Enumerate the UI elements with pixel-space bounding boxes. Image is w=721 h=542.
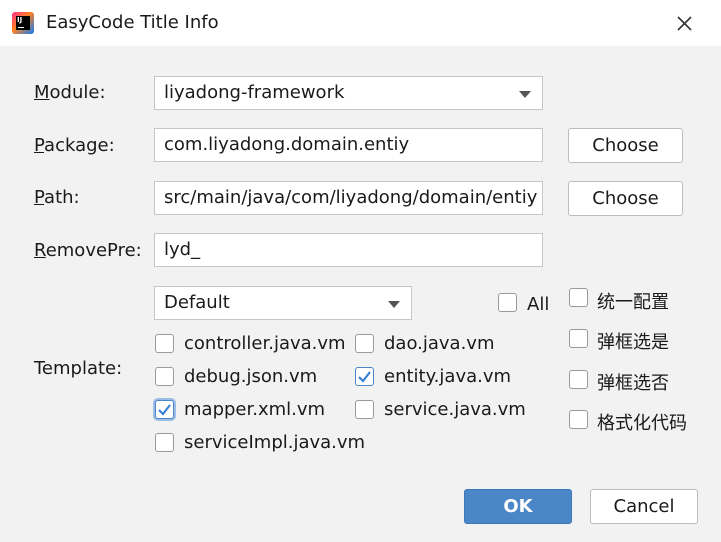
option-label-popup-yes: 弹框选是: [597, 332, 669, 353]
template-group-value: Default: [164, 292, 230, 313]
template-label-debug: debug.json.vm: [184, 366, 318, 387]
module-select[interactable]: liyadong-framework: [154, 76, 543, 110]
template-label-serviceimpl: serviceImpl.java.vm: [184, 432, 366, 453]
all-checkbox[interactable]: [498, 293, 517, 312]
package-input[interactable]: com.liyadong.domain.entiy: [154, 128, 543, 162]
template-label-dao: dao.java.vm: [384, 333, 495, 354]
removepre-label: RemovePre:: [34, 240, 142, 261]
intellij-app-icon: IJ: [12, 12, 34, 34]
path-label: Path:: [34, 187, 80, 208]
close-icon: [677, 16, 692, 31]
template-checkbox-controller[interactable]: [155, 334, 174, 353]
all-label: All: [527, 294, 550, 315]
template-label-service: service.java.vm: [384, 399, 526, 420]
chevron-down-icon: [519, 91, 531, 98]
checkmark-icon: [158, 404, 171, 416]
option-label-format-code: 格式化代码: [597, 413, 687, 434]
chevron-down-icon: [388, 301, 400, 308]
template-label-entity: entity.java.vm: [384, 366, 512, 387]
easycode-dialog: IJ EasyCode Title Info Module: liyadong-…: [0, 0, 721, 542]
window-title: EasyCode Title Info: [46, 12, 219, 33]
removepre-input[interactable]: lyd_: [154, 233, 543, 267]
option-checkbox-popup-no[interactable]: [569, 370, 588, 389]
template-checkbox-mapper[interactable]: [155, 400, 174, 419]
template-group-select[interactable]: Default: [154, 286, 412, 320]
path-input[interactable]: src/main/java/com/liyadong/domain/entiy: [154, 181, 543, 215]
option-checkbox-unified-config[interactable]: [569, 288, 588, 307]
template-label-controller: controller.java.vm: [184, 333, 346, 354]
option-label-unified-config: 统一配置: [597, 292, 669, 313]
template-checkbox-entity[interactable]: [355, 367, 374, 386]
module-select-value: liyadong-framework: [164, 82, 345, 103]
template-checkbox-debug[interactable]: [155, 367, 174, 386]
checkmark-icon: [358, 371, 371, 383]
option-checkbox-format-code[interactable]: [569, 410, 588, 429]
template-label: Template:: [34, 358, 123, 379]
option-label-popup-no: 弹框选否: [597, 373, 669, 394]
option-checkbox-popup-yes[interactable]: [569, 329, 588, 348]
template-checkbox-dao[interactable]: [355, 334, 374, 353]
module-label: Module:: [34, 82, 106, 103]
template-checkbox-service[interactable]: [355, 400, 374, 419]
path-choose-button[interactable]: Choose: [568, 181, 683, 216]
template-label-mapper: mapper.xml.vm: [184, 399, 326, 420]
title-bar: IJ EasyCode Title Info: [0, 0, 721, 46]
cancel-button[interactable]: Cancel: [590, 489, 698, 524]
package-choose-button[interactable]: Choose: [568, 128, 683, 163]
ok-button[interactable]: OK: [464, 489, 572, 524]
template-checkbox-serviceimpl[interactable]: [155, 433, 174, 452]
close-button[interactable]: [666, 6, 702, 40]
package-label: Package:: [34, 135, 115, 156]
